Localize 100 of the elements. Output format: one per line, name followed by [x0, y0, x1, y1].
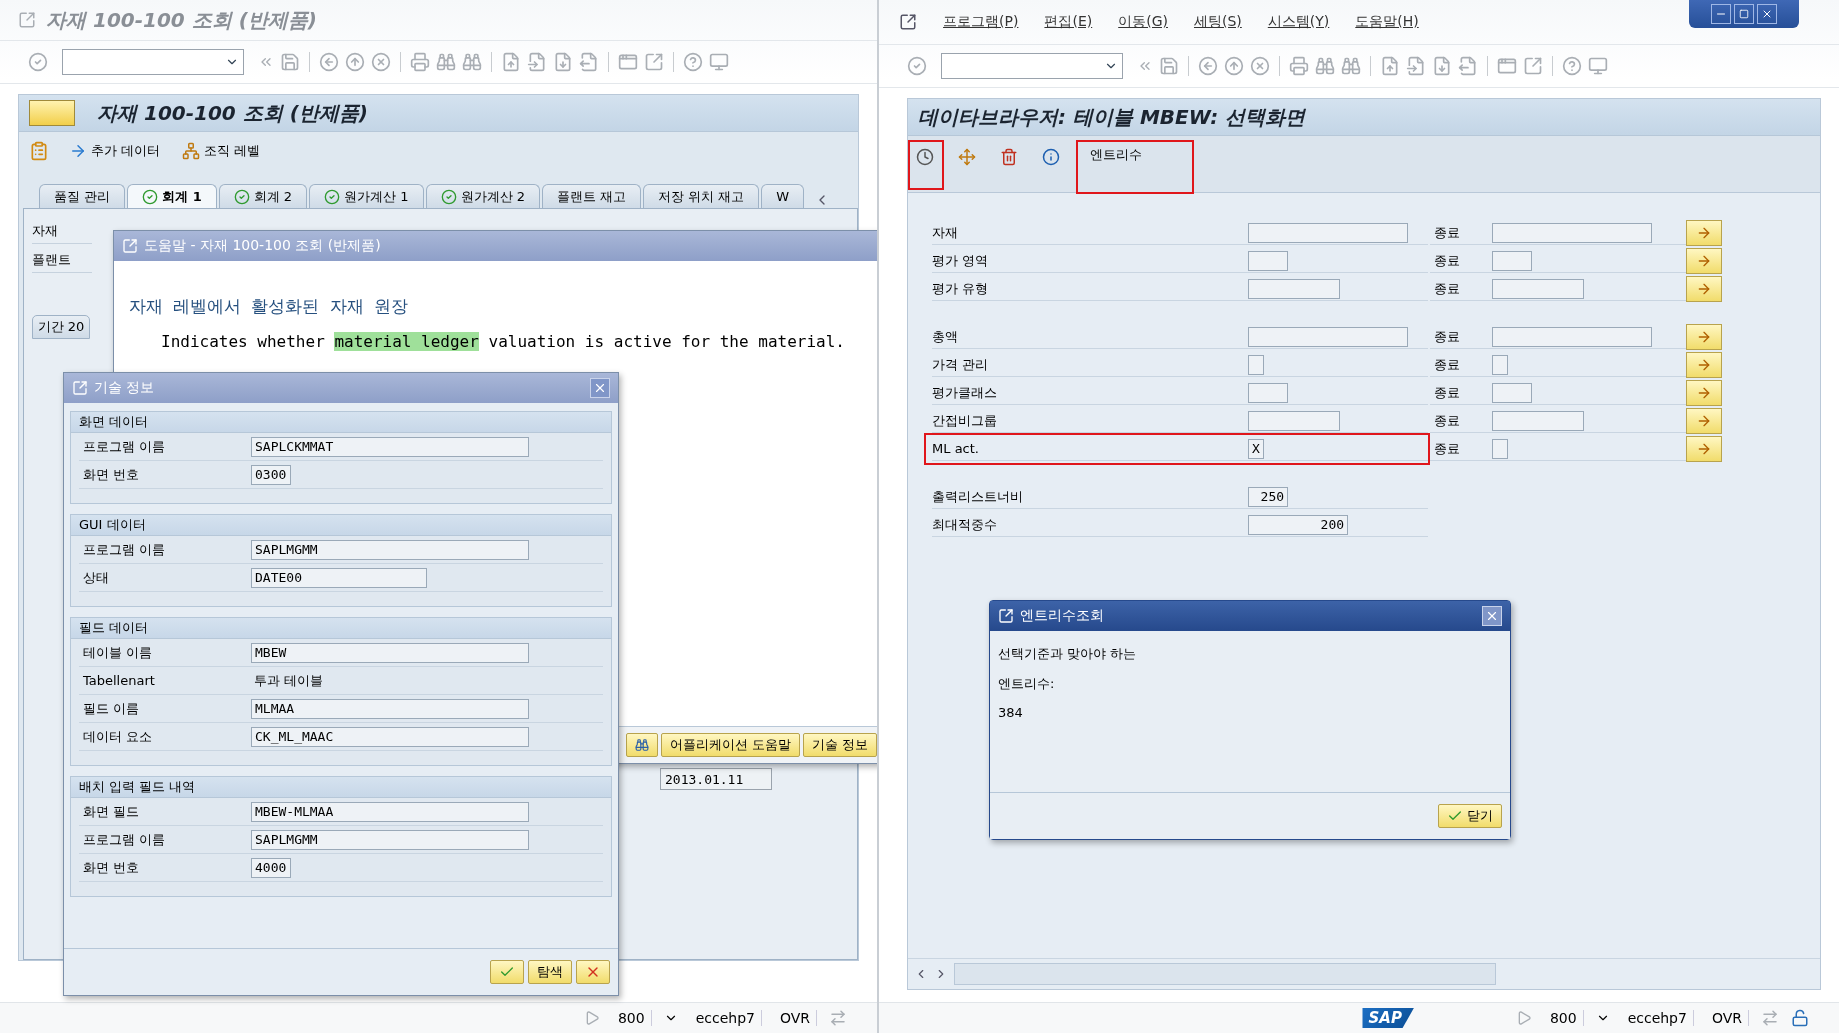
shortcut-icon[interactable]: [644, 52, 664, 72]
input-field[interactable]: X: [1248, 438, 1265, 459]
input-field[interactable]: [1492, 410, 1585, 431]
input-field[interactable]: [1248, 326, 1409, 347]
exit-icon[interactable]: [345, 52, 365, 72]
input-field[interactable]: [1248, 410, 1341, 431]
transfer-icon[interactable]: [829, 1009, 848, 1027]
tab[interactable]: 원가계산 1: [309, 184, 424, 208]
input-field[interactable]: [1248, 250, 1289, 271]
input-field[interactable]: [1248, 278, 1341, 299]
check-icon[interactable]: [28, 52, 48, 72]
binoculars-icon[interactable]: [1341, 56, 1362, 76]
input-field[interactable]: MBEW: [251, 642, 529, 663]
menu-item[interactable]: 도움말(H): [1355, 13, 1419, 31]
tab[interactable]: 회계 1: [127, 184, 217, 208]
input-field[interactable]: DATE00: [251, 567, 427, 588]
multiple-selection-button[interactable]: [1686, 436, 1723, 462]
input-field[interactable]: 0300: [251, 464, 291, 485]
input-field[interactable]: 4000: [251, 857, 291, 878]
cancel-button[interactable]: [576, 960, 610, 984]
input-field[interactable]: [1248, 222, 1409, 243]
exit-icon[interactable]: [1224, 56, 1245, 76]
input-field[interactable]: 200: [1248, 514, 1349, 535]
input-field[interactable]: [1492, 278, 1585, 299]
scrollbar-thumb[interactable]: [954, 963, 1497, 985]
input-field[interactable]: [1492, 354, 1509, 375]
command-field[interactable]: [62, 49, 244, 75]
check-icon[interactable]: [907, 56, 928, 76]
multiple-selection-button[interactable]: [1686, 324, 1723, 350]
multiple-selection-button[interactable]: [1686, 408, 1723, 434]
page-output-icon[interactable]: [579, 52, 599, 72]
window-icon[interactable]: [899, 13, 918, 31]
printer-icon[interactable]: [410, 52, 430, 72]
menu-item[interactable]: 프로그램(P): [943, 13, 1019, 31]
menu-item[interactable]: 편집(E): [1044, 13, 1093, 31]
input-field[interactable]: [1492, 222, 1653, 243]
help-icon[interactable]: [1562, 56, 1583, 76]
input-field[interactable]: SAPLMGMM: [251, 539, 529, 560]
menu-icon[interactable]: [29, 100, 75, 126]
input-field[interactable]: MLMAA: [251, 698, 529, 719]
confirm-button[interactable]: [490, 960, 524, 984]
input-field[interactable]: SAPLCKMMAT: [251, 436, 529, 457]
cancel-icon[interactable]: [371, 52, 391, 72]
page-up-icon[interactable]: [501, 52, 521, 72]
close-icon[interactable]: [1761, 8, 1773, 20]
menu-item[interactable]: 시스템(Y): [1267, 13, 1330, 31]
monitor-icon[interactable]: [1588, 56, 1609, 76]
monitor-icon[interactable]: [709, 52, 729, 72]
tab[interactable]: 저장 위치 재고: [643, 184, 760, 208]
toolbar-button[interactable]: 조직 레벨: [180, 140, 263, 162]
maximize-icon[interactable]: [1739, 9, 1749, 19]
input-field[interactable]: [1492, 438, 1509, 459]
multiple-selection-button[interactable]: [1686, 220, 1723, 246]
page-down-icon[interactable]: [553, 52, 573, 72]
page-down-icon[interactable]: [1432, 56, 1453, 76]
save-icon[interactable]: [1159, 56, 1180, 76]
dialog-button[interactable]: 어플리케이션 도움말: [660, 733, 800, 757]
input-field[interactable]: 250: [1248, 486, 1289, 507]
tab[interactable]: 회계 2: [218, 184, 308, 208]
help-icon[interactable]: [683, 52, 703, 72]
shortcut-icon[interactable]: [1523, 56, 1544, 76]
tab[interactable]: W: [761, 184, 805, 208]
search-button[interactable]: [625, 733, 658, 757]
input-field[interactable]: [1492, 326, 1653, 347]
close-dialog-button[interactable]: 닫기: [1438, 804, 1503, 828]
page-up-icon[interactable]: [1380, 56, 1401, 76]
input-field[interactable]: [1248, 354, 1265, 375]
multiple-selection-button[interactable]: [1686, 248, 1723, 274]
back-icon[interactable]: [1198, 56, 1219, 76]
input-field[interactable]: [1492, 382, 1533, 403]
save-icon[interactable]: [280, 52, 300, 72]
tab[interactable]: 플랜트 재고: [541, 184, 642, 208]
dialog-button[interactable]: 탐색: [528, 960, 572, 984]
binoculars-icon[interactable]: [1315, 56, 1336, 76]
cancel-icon[interactable]: [1250, 56, 1271, 76]
clipboard-icon[interactable]: [29, 141, 49, 161]
binoculars-icon[interactable]: [436, 52, 456, 72]
input-field[interactable]: CK_ML_MAAC: [251, 726, 529, 747]
menu-item[interactable]: 이동(G): [1118, 13, 1168, 31]
tab[interactable]: 품질 관리: [39, 184, 126, 208]
multiple-selection-button[interactable]: [1686, 380, 1723, 406]
page-input-icon[interactable]: [527, 52, 547, 72]
dialog-button[interactable]: 기술 정보: [802, 733, 877, 757]
page-input-icon[interactable]: [1406, 56, 1427, 76]
menu-item[interactable]: 세팅(S): [1194, 13, 1242, 31]
input-field[interactable]: SAPLMGMM: [251, 829, 529, 850]
printer-icon[interactable]: [1289, 56, 1310, 76]
multiple-selection-button[interactable]: [1686, 276, 1723, 302]
back-icon[interactable]: [319, 52, 339, 72]
command-field[interactable]: [941, 53, 1124, 79]
multiple-selection-button[interactable]: [1686, 352, 1723, 378]
tab[interactable]: 원가계산 2: [425, 184, 540, 208]
close-button[interactable]: [1482, 606, 1503, 626]
toolbar-button[interactable]: 추가 데이터: [67, 140, 163, 162]
lock-icon[interactable]: [1791, 1009, 1809, 1027]
input-field[interactable]: MBEW-MLMAA: [251, 801, 529, 822]
binoculars-icon[interactable]: [462, 52, 482, 72]
toolbar-button[interactable]: 엔트리수: [1076, 140, 1195, 194]
page-output-icon[interactable]: [1458, 56, 1479, 76]
tab[interactable]: 기간 20: [32, 315, 90, 339]
